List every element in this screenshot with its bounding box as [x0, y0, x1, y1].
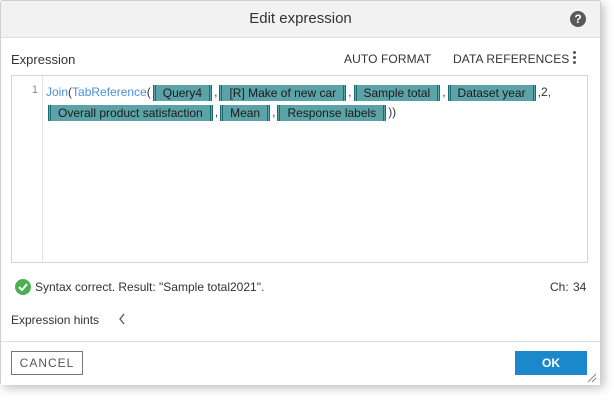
comma: , — [442, 85, 446, 99]
token-make-of-new-car[interactable]: [R] Make of new car — [219, 84, 347, 101]
token-query4[interactable]: Query4 — [152, 84, 213, 101]
comma: , — [214, 105, 219, 119]
edit-expression-dialog: Edit expression ? Expression AUTO FORMAT… — [0, 0, 601, 385]
check-circle-icon — [15, 279, 31, 295]
dialog-title: Edit expression — [249, 10, 352, 27]
literal-number: 2 — [540, 85, 548, 99]
editor-gutter: 1 — [12, 76, 43, 262]
comma: , — [547, 85, 551, 99]
token-mean[interactable]: Mean — [220, 104, 271, 121]
dialog-titlebar: Edit expression ? — [1, 1, 600, 38]
expression-editor[interactable]: 1 Join(TabReference(Query4, [R] Make of n… — [11, 75, 588, 263]
expression-code[interactable]: Join(TabReference(Query4, [R] Make of new… — [46, 82, 584, 122]
auto-format-button[interactable]: AUTO FORMAT — [344, 52, 431, 66]
help-icon[interactable]: ? — [570, 11, 586, 27]
ok-button[interactable]: OK — [515, 351, 587, 375]
token-response-labels[interactable]: Response labels — [277, 104, 387, 121]
data-references-button[interactable]: DATA REFERENCES — [453, 52, 569, 66]
more-options-icon[interactable] — [570, 51, 578, 67]
function-join: Join — [46, 85, 69, 99]
line-number: 1 — [31, 84, 38, 96]
comma: , — [272, 105, 276, 119]
comma: , — [348, 85, 352, 99]
comma: , — [214, 85, 218, 99]
expression-hints-toggle[interactable]: Expression hints — [11, 313, 99, 327]
syntax-status-message: Syntax correct. Result: "Sample total202… — [35, 280, 265, 294]
char-count-value: 34 — [573, 280, 587, 294]
closing-parens: )) — [388, 105, 397, 119]
function-tabreference: TabReference — [72, 85, 147, 99]
cancel-button[interactable]: CANCEL — [11, 351, 83, 375]
token-sample-total[interactable]: Sample total — [353, 84, 441, 101]
token-dataset-year[interactable]: Dataset year — [447, 84, 536, 101]
chevron-left-icon[interactable] — [118, 312, 126, 331]
paren: ( — [146, 85, 151, 99]
expression-label: Expression — [11, 52, 76, 67]
resize-handle-icon[interactable] — [587, 370, 597, 388]
char-count-label: Ch: — [550, 280, 569, 294]
dialog-footer: CANCEL OK — [1, 341, 600, 385]
token-overall-product-satisfaction[interactable]: Overall product satisfaction — [48, 104, 213, 121]
